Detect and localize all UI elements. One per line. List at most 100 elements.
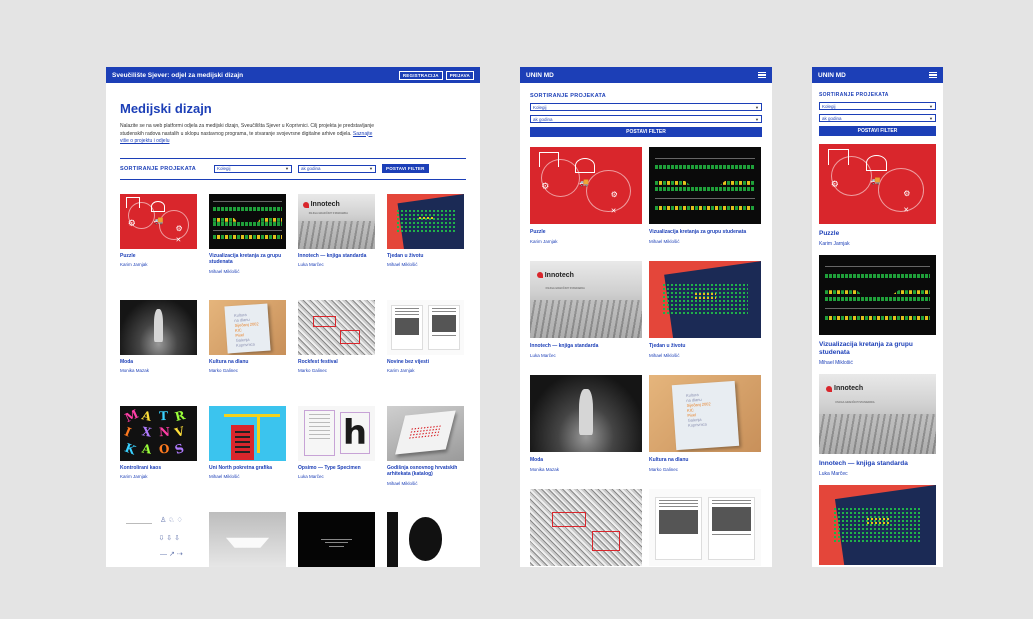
project-thumbnail[interactable] [298,299,375,355]
project-thumbnail[interactable]: ⚙ 🚚 ⚙ ✕ [530,147,642,224]
project-card[interactable]: Vizualizacija kretanja za grupu studenat… [209,193,286,300]
project-card[interactable]: Kultura na dlanu Siječanj 2002 KIC Pixel Gale… [649,375,761,489]
year-select[interactable]: ak godina ▼ [819,114,936,122]
project-title[interactable]: Puzzle [120,253,197,260]
site-brand[interactable]: UNIN MD [818,72,846,79]
project-thumbnail[interactable]: ⚙ 🚚 ⚙ ✕ [819,144,936,224]
project-card[interactable] [298,511,375,568]
project-author[interactable]: Mihael Miklošić [387,262,464,267]
project-title[interactable]: Novine bez vijesti [387,359,464,366]
project-title[interactable]: Godišnja osnovnog hrvatskih arhitekata (… [387,465,464,478]
project-title[interactable]: Innotech — knjiga standarda [298,253,375,260]
project-author[interactable]: Mihael Miklošić [387,481,464,486]
project-card[interactable]: Moda Monika Mazak [530,375,642,489]
apply-filter-button[interactable]: POSTAVI FILTER [819,126,936,136]
project-title[interactable]: Innotech — knjiga standarda [530,343,642,349]
project-thumbnail[interactable]: Innotech KNJIGA GRAFIČKIH STANDARDA [819,374,936,454]
year-select[interactable]: ak godina ▼ [298,164,376,173]
project-card[interactable] [387,511,464,568]
project-author[interactable]: Luka Marčec [298,474,375,479]
project-card[interactable]: Kultura na dlanu Siječanj 2002 KIC Pixel Gale… [209,299,286,406]
project-title[interactable]: Opsimo — Type Specimen [298,465,375,472]
project-thumbnail[interactable] [387,299,464,355]
project-thumbnail[interactable]: MATRIXNVKAOS [120,405,197,461]
project-card[interactable] [530,489,642,567]
project-card[interactable] [209,511,286,568]
project-thumbnail[interactable] [298,511,375,567]
project-card[interactable]: Tjedan u životu Mihael Miklošić [649,261,761,375]
project-title[interactable]: Kontrolirani kaos [120,465,197,472]
project-author[interactable]: Luka Marčec [298,262,375,267]
project-card[interactable]: Rockfest festival Marko Galinec [298,299,375,406]
project-author[interactable]: Monika Mazak [530,467,642,472]
project-title[interactable]: Uni North pokretna grafika [209,465,286,472]
project-thumbnail[interactable] [387,193,464,249]
project-card[interactable]: Vizualizacija kretanja za grupu studenat… [649,147,761,261]
project-title[interactable]: Tjedan u životu [649,343,761,349]
project-author[interactable]: Luka Marčec [819,471,936,477]
project-card[interactable]: Novine bez vijesti Karim Jarnjak [387,299,464,406]
project-author[interactable]: Karim Jarnjak [819,241,936,247]
project-card[interactable]: Innotech KNJIGA GRAFIČKIH STANDARDA Innote… [819,374,936,477]
login-button[interactable]: PRIJAVA [445,70,474,80]
register-button[interactable]: REGISTRACIJA [398,70,443,80]
project-author[interactable]: Karim Jarnjak [387,368,464,373]
project-thumbnail[interactable]: Innotech KNJIGA GRAFIČKIH STANDARDA [298,193,375,249]
site-brand[interactable]: UNIN MD [526,72,554,79]
project-card[interactable]: Tjedan u životu Mihael Miklošić [387,193,464,300]
project-thumbnail[interactable]: Kultura na dlanu Siječanj 2002 KIC Pixel Gale… [209,299,286,355]
project-author[interactable]: Luka Marčec [530,353,642,358]
project-card[interactable] [649,489,761,567]
project-card[interactable]: M A T R I X N V K A O S Kontrolirani kaos Karim Jarnj… [120,405,197,512]
project-thumbnail[interactable] [209,405,286,461]
project-card[interactable]: ⚙ 🚚 ⚙ ✕ Puzzle Karim Jarnjak [530,147,642,261]
project-card[interactable] [819,485,936,565]
project-card[interactable]: Godišnja osnovnog hrvatskih arhitekata (… [387,405,464,512]
project-thumbnail[interactable] [649,261,761,338]
project-title[interactable]: Innotech — knjiga standarda [819,460,936,468]
hamburger-menu-icon[interactable] [929,72,937,78]
project-thumbnail[interactable] [209,193,286,249]
project-author[interactable]: Karim Jarnjak [530,239,642,244]
course-select[interactable]: Kolegij ▼ [214,164,292,173]
project-title[interactable]: Puzzle [819,230,936,238]
project-thumbnail[interactable] [387,511,464,567]
project-title[interactable]: Vizualizacija kretanja za grupu studenat… [209,253,286,266]
project-author[interactable]: Mihael Miklošić [209,474,286,479]
project-author[interactable]: Mihael Miklošić [209,269,286,274]
project-thumbnail[interactable]: ⚙ 🚚 ⚙ ✕ [120,193,197,249]
project-author[interactable]: Karim Jarnjak [120,474,197,479]
project-title[interactable]: Kultura na dlanu [209,359,286,366]
project-author[interactable]: Mihael Miklošić [649,353,761,358]
project-card[interactable]: Innotech KNJIGA GRAFIČKIH STANDARDA Innote… [298,193,375,300]
site-brand[interactable]: Sveučilište Sjever: odjel za medijski di… [112,72,243,79]
project-thumbnail[interactable]: Innotech KNJIGA GRAFIČKIH STANDARDA [530,261,642,338]
project-author[interactable]: Marko Galinec [209,368,286,373]
project-card[interactable]: h Opsimo — Type Specimen Luka Marčec [298,405,375,512]
project-title[interactable]: Tjedan u životu [387,253,464,260]
project-card[interactable]: Moda Monika Mazak [120,299,197,406]
apply-filter-button[interactable]: POSTAVI FILTER [382,164,429,173]
project-card[interactable]: Vizualizacija kretanja za grupu studenat… [819,255,936,366]
project-thumbnail[interactable] [387,405,464,461]
project-thumbnail[interactable] [120,299,197,355]
project-thumbnail[interactable] [209,511,286,567]
project-thumbnail[interactable] [530,489,642,566]
project-title[interactable]: Puzzle [530,229,642,235]
year-select[interactable]: ak godina ▼ [530,115,762,123]
project-card[interactable]: ⚙ 🚚 ⚙ ✕ Puzzle Karim Jarnjak [819,144,936,247]
project-card[interactable]: Uni North pokretna grafika Mihael Mikloši… [209,405,286,512]
project-thumbnail[interactable] [819,255,936,335]
project-card[interactable]: Innotech KNJIGA GRAFIČKIH STANDARDA Innote… [530,261,642,375]
project-author[interactable]: Monika Mazak [120,368,197,373]
project-title[interactable]: Rockfest festival [298,359,375,366]
project-author[interactable]: Marko Galinec [298,368,375,373]
course-select[interactable]: Kolegij ▼ [819,102,936,110]
project-author[interactable]: Mihael Miklošić [649,239,761,244]
project-title[interactable]: Vizualizacija kretanja za grupu studenat… [819,341,936,357]
project-thumbnail[interactable] [649,147,761,224]
project-author[interactable]: Mihael Miklošić [819,360,936,366]
project-thumbnail[interactable]: ♙ ♘ ♢ ⇩ ⇩ ⇩ — ↗ ⇢ [120,511,197,567]
project-thumbnail[interactable] [530,375,642,452]
project-title[interactable]: Moda [530,457,642,463]
